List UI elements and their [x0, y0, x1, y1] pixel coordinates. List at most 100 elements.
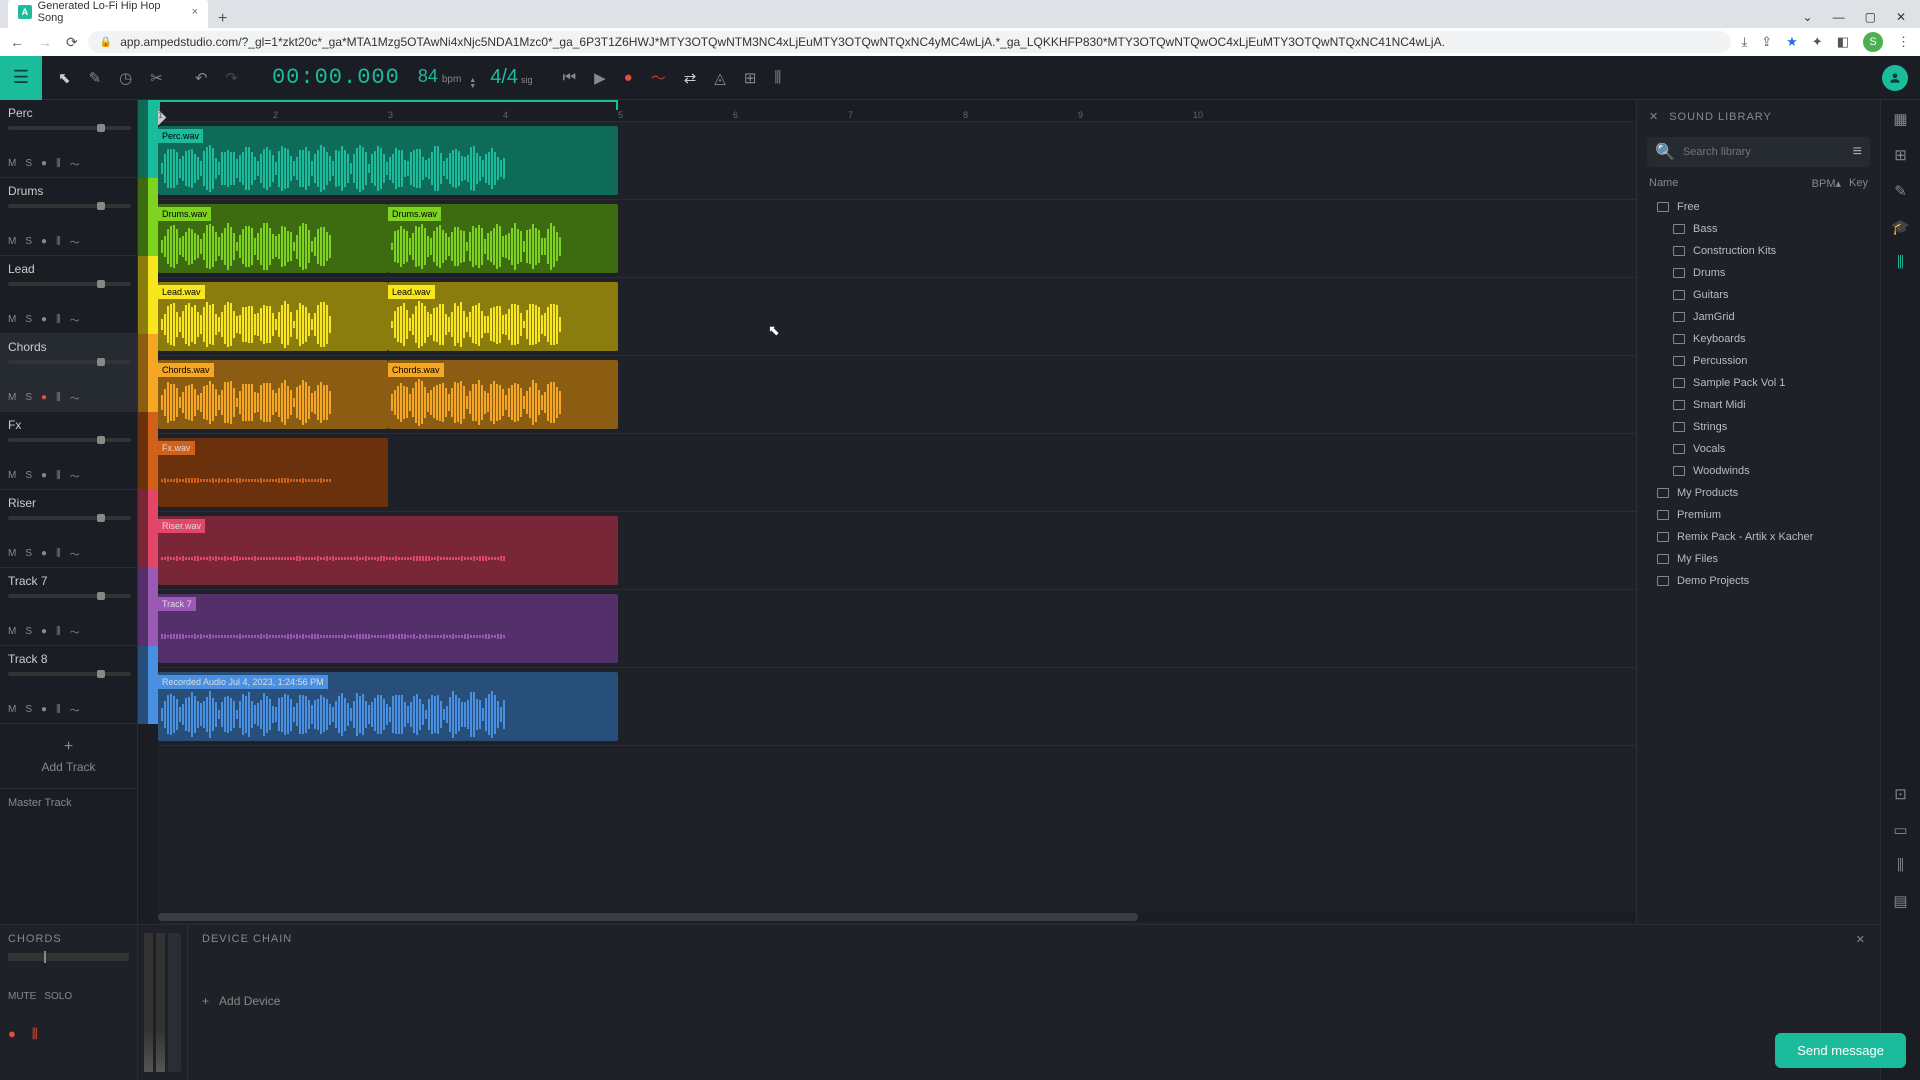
library-folder[interactable]: Keyboards	[1637, 328, 1880, 350]
track-header[interactable]: Lead M S ● ⫼ 〜	[0, 256, 137, 334]
horizontal-scrollbar[interactable]	[158, 912, 1636, 922]
solo-button[interactable]: S	[25, 236, 32, 247]
volume-slider[interactable]	[8, 282, 131, 286]
volume-slider[interactable]	[8, 438, 131, 442]
library-folder[interactable]: Sample Pack Vol 1	[1637, 372, 1880, 394]
library-folder[interactable]: Demo Projects	[1637, 570, 1880, 592]
loop-region[interactable]	[158, 100, 618, 110]
audio-clip[interactable]: Drums.wav	[388, 204, 618, 273]
install-icon[interactable]: ⤓	[1741, 34, 1747, 50]
dc-midi-icon[interactable]: ⫼	[32, 1026, 38, 1042]
track-header[interactable]: Track 7 M S ● ⫼ 〜	[0, 568, 137, 646]
solo-button[interactable]: S	[25, 314, 32, 325]
dropdown-icon[interactable]: ⌄	[1803, 10, 1813, 24]
library-search[interactable]: 🔍 ≡	[1647, 137, 1870, 167]
track-header[interactable]: Fx M S ● ⫼ 〜	[0, 412, 137, 490]
arm-record-icon[interactable]: ●	[41, 158, 47, 169]
send-message-button[interactable]: Send message	[1775, 1033, 1906, 1068]
volume-slider[interactable]	[8, 126, 131, 130]
browser-tab[interactable]: A Generated Lo-Fi Hip Hop Song ×	[8, 0, 208, 28]
audio-clip[interactable]: Lead.wav	[158, 282, 388, 351]
profile-avatar[interactable]: S	[1863, 32, 1883, 52]
audio-clip[interactable]: Riser.wav	[158, 516, 618, 585]
automation-track-icon[interactable]: 〜	[70, 234, 80, 249]
metronome-icon[interactable]: ◬	[714, 69, 726, 87]
library-folder[interactable]: Strings	[1637, 416, 1880, 438]
menu-button[interactable]: ☰	[0, 56, 42, 100]
sounds-active-icon[interactable]: ⫼	[1897, 254, 1904, 271]
mute-button[interactable]: M	[8, 470, 16, 481]
bpm-display[interactable]: 84 bpm ▲▼	[418, 66, 476, 90]
arm-record-icon[interactable]: ●	[41, 548, 47, 559]
tab-close-icon[interactable]: ×	[192, 6, 198, 18]
track-header[interactable]: Perc M S ● ⫼ 〜	[0, 100, 137, 178]
midi-icon[interactable]: ⫼	[56, 704, 61, 715]
loop-icon[interactable]: ⇄	[684, 69, 697, 87]
grid-icon[interactable]: ⊞	[1894, 146, 1907, 164]
mute-button[interactable]: M	[8, 236, 16, 247]
track-header[interactable]: Chords M S ● ⫼ 〜	[0, 334, 137, 412]
midi-icon[interactable]: ⫼	[56, 392, 61, 403]
record-icon[interactable]: ●	[624, 69, 633, 86]
piano-icon[interactable]: ⫼	[1897, 857, 1904, 874]
track-header[interactable]: Track 8 M S ● ⫼ 〜	[0, 646, 137, 724]
arm-record-icon[interactable]: ●	[41, 704, 47, 715]
automation-track-icon[interactable]: 〜	[70, 390, 80, 405]
rewind-icon[interactable]: ⏮	[563, 69, 577, 86]
volume-slider[interactable]	[8, 360, 131, 364]
track-lane[interactable]: Drums.wavDrums.wav	[158, 200, 1636, 278]
audio-clip[interactable]: Chords.wav	[158, 360, 388, 429]
solo-button[interactable]: S	[25, 470, 32, 481]
automation-track-icon[interactable]: 〜	[70, 312, 80, 327]
search-input[interactable]	[1683, 146, 1845, 158]
library-toggle-icon[interactable]: ▦	[1893, 110, 1907, 128]
back-icon[interactable]: ←	[10, 34, 24, 51]
midi-icon[interactable]: ⫼	[56, 236, 61, 247]
pencil-tool-icon[interactable]: ✎	[89, 69, 102, 87]
share-icon[interactable]: ⇪	[1761, 34, 1772, 50]
redo-icon[interactable]: ↷	[225, 69, 238, 87]
arm-record-icon[interactable]: ●	[41, 236, 47, 247]
arm-record-icon[interactable]: ●	[41, 314, 47, 325]
solo-button[interactable]: S	[25, 392, 32, 403]
track-lane[interactable]: Track 7	[158, 590, 1636, 668]
mixer-icon[interactable]: ⫼	[774, 69, 781, 86]
library-folder[interactable]: Remix Pack - Artik x Kacher	[1637, 526, 1880, 548]
library-folder[interactable]: Premium	[1637, 504, 1880, 526]
track-lane[interactable]: Chords.wavChords.wav	[158, 356, 1636, 434]
volume-slider[interactable]	[8, 594, 131, 598]
solo-button[interactable]: S	[25, 548, 32, 559]
automation-track-icon[interactable]: 〜	[70, 468, 80, 483]
track-lane[interactable]: Riser.wav	[158, 512, 1636, 590]
library-folder[interactable]: Woodwinds	[1637, 460, 1880, 482]
track-lane[interactable]: Perc.wav	[158, 122, 1636, 200]
view1-icon[interactable]: ▭	[1893, 821, 1907, 839]
track-lane[interactable]: Recorded Audio Jul 4, 2023, 1:24:56 PM	[158, 668, 1636, 746]
automation-icon[interactable]: 〜	[651, 67, 666, 88]
time-signature[interactable]: 4/4 sig	[476, 66, 546, 89]
col-bpm[interactable]: BPM▴	[1812, 177, 1841, 190]
library-folder[interactable]: Drums	[1637, 262, 1880, 284]
library-folder[interactable]: Guitars	[1637, 284, 1880, 306]
midi-icon[interactable]: ⫼	[56, 158, 61, 169]
library-folder[interactable]: Smart Midi	[1637, 394, 1880, 416]
volume-slider[interactable]	[8, 204, 131, 208]
account-button[interactable]	[1882, 65, 1908, 91]
dc-record-icon[interactable]: ●	[8, 1026, 16, 1042]
midi-icon[interactable]: ⫼	[56, 470, 61, 481]
bookmark-icon[interactable]: ★	[1786, 34, 1798, 50]
time-display[interactable]: 00:00.000	[254, 65, 418, 90]
mute-button[interactable]: M	[8, 392, 16, 403]
settings-icon[interactable]: ⊡	[1894, 785, 1907, 803]
forward-icon[interactable]: →	[38, 34, 52, 51]
mute-button[interactable]: M	[8, 626, 16, 637]
audio-clip[interactable]: Fx.wav	[158, 438, 388, 507]
track-header[interactable]: Drums M S ● ⫼ 〜	[0, 178, 137, 256]
mute-button[interactable]: M	[8, 704, 16, 715]
sidepanel-icon[interactable]: ◧	[1837, 34, 1849, 50]
solo-button[interactable]: S	[25, 704, 32, 715]
track-lane[interactable]: Fx.wav	[158, 434, 1636, 512]
library-folder[interactable]: JamGrid	[1637, 306, 1880, 328]
arm-record-icon[interactable]: ●	[41, 470, 47, 481]
solo-button[interactable]: SOLO	[44, 991, 72, 1002]
